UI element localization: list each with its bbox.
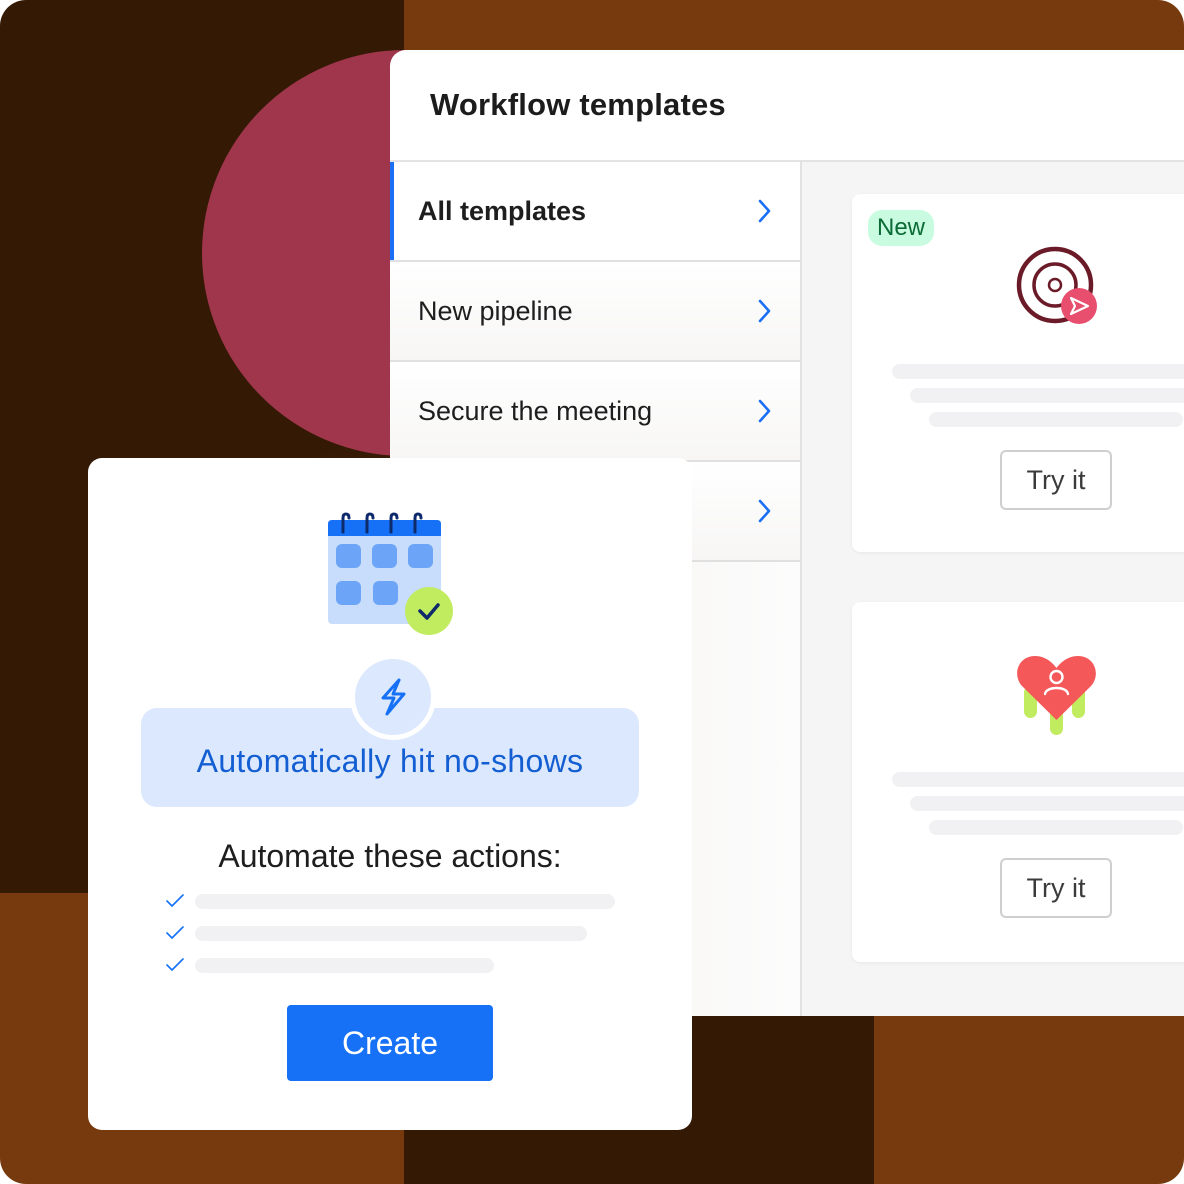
chevron-right-icon [758, 399, 771, 423]
sidebar-item-label: Secure the meeting [418, 395, 653, 426]
try-it-button[interactable]: Try it [1000, 450, 1112, 510]
hero-canvas: Workflow templates All templates New pip… [0, 0, 1184, 1184]
sidebar-item-secure-the-meeting[interactable]: Secure the meeting [390, 362, 800, 462]
check-icon [166, 958, 184, 971]
placeholder-line [892, 364, 1184, 379]
lightning-bolt-icon [381, 678, 406, 716]
chevron-right-icon [758, 299, 771, 323]
sidebar-item-new-pipeline[interactable]: New pipeline [390, 262, 800, 362]
placeholder-line [892, 772, 1184, 787]
heart-person-icon [1017, 656, 1096, 735]
template-card[interactable]: New Try it [852, 194, 1184, 552]
new-badge: New [868, 210, 935, 246]
try-it-button[interactable]: Try it [1000, 858, 1112, 918]
template-card[interactable]: Try it [852, 602, 1184, 962]
action-item [166, 955, 494, 975]
placeholder-line [910, 388, 1184, 403]
template-grid: New Try it Try it [802, 162, 1184, 1016]
banner-title: Automatically hit no-shows [196, 743, 584, 779]
target-send-icon [1016, 246, 1097, 324]
sidebar-item-label: All templates [418, 195, 587, 226]
trigger-badge [350, 654, 436, 740]
chevron-right-icon [758, 199, 771, 223]
panel-header: Workflow templates [390, 50, 1184, 162]
sidebar-item-label: New pipeline [418, 295, 573, 326]
placeholder-line [929, 820, 1183, 835]
action-item [166, 891, 615, 911]
placeholder-line [195, 893, 615, 909]
automation-popup-card: Automatically hit no-shows Automate thes… [88, 458, 692, 1130]
sidebar-item-all-templates[interactable]: All templates [390, 162, 800, 262]
actions-heading: Automate these actions: [218, 838, 562, 874]
action-item [166, 923, 587, 943]
calendar-check-icon [328, 512, 453, 635]
chevron-right-icon [758, 499, 771, 523]
create-button[interactable]: Create [287, 1005, 493, 1081]
placeholder-line [195, 957, 494, 973]
placeholder-line [195, 925, 587, 941]
check-icon [166, 894, 184, 907]
placeholder-line [929, 412, 1183, 427]
check-icon [166, 926, 184, 939]
page-title: Workflow templates [430, 87, 726, 122]
placeholder-line [910, 796, 1184, 811]
